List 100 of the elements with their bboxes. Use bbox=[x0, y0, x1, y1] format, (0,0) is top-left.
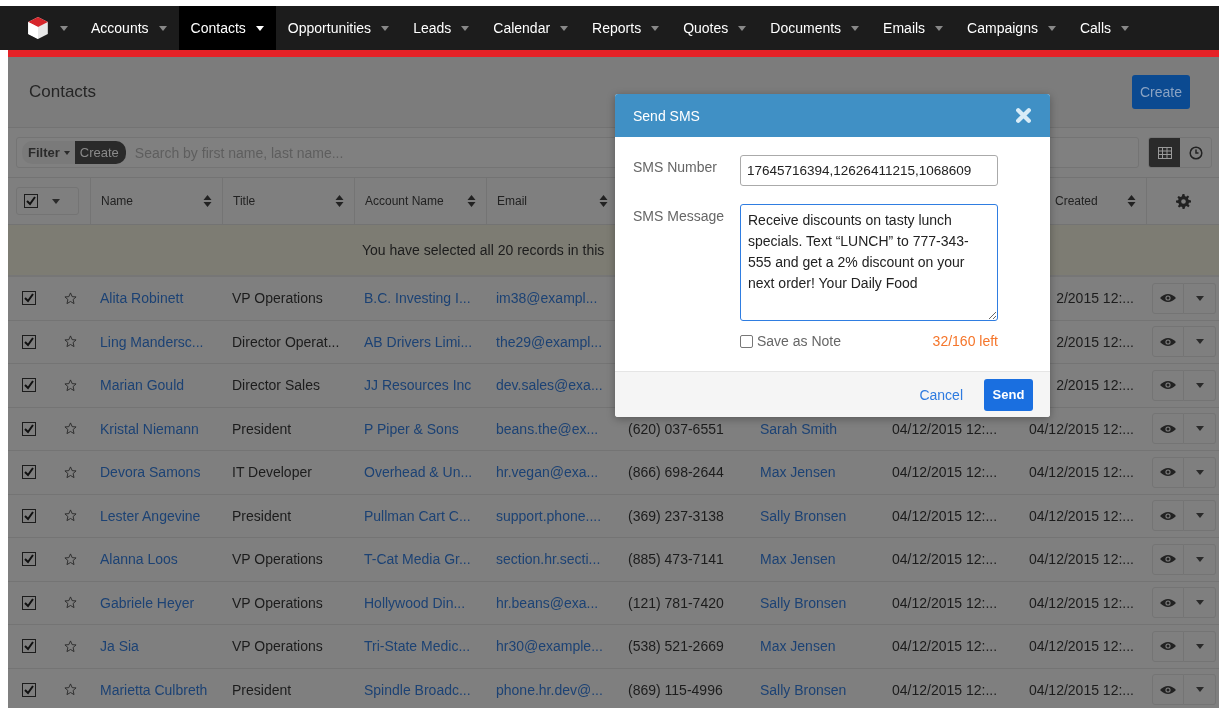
nav-tab[interactable]: Quotes bbox=[671, 6, 759, 50]
checkbox[interactable] bbox=[22, 465, 36, 480]
nav-tab[interactable]: Opportunities bbox=[275, 6, 402, 50]
contact-name-link[interactable]: Marietta Culbreth bbox=[100, 681, 208, 698]
sort-icon[interactable] bbox=[335, 195, 344, 207]
nav-tab[interactable]: Reports bbox=[580, 6, 672, 50]
account-link[interactable]: Pullman Cart C... bbox=[364, 507, 471, 524]
preview-button[interactable] bbox=[1152, 282, 1184, 314]
checkbox[interactable] bbox=[22, 334, 36, 349]
account-link[interactable]: B.C. Investing I... bbox=[364, 290, 471, 307]
email-link[interactable]: hr.vegan@exa... bbox=[496, 464, 599, 481]
checkbox[interactable] bbox=[22, 291, 36, 306]
account-link[interactable]: Tri-State Medic... bbox=[364, 638, 471, 655]
preview-button[interactable] bbox=[1152, 543, 1184, 575]
column-header[interactable]: Title bbox=[233, 194, 256, 208]
email-link[interactable]: support.phone.... bbox=[496, 507, 602, 524]
sort-icon[interactable] bbox=[1127, 195, 1136, 207]
email-link[interactable]: dev.sales@exa... bbox=[496, 377, 603, 394]
star-icon[interactable] bbox=[63, 378, 77, 392]
preview-button[interactable] bbox=[1152, 630, 1184, 662]
user-link[interactable]: Max Jensen bbox=[760, 551, 836, 568]
checkbox[interactable] bbox=[22, 378, 36, 393]
preview-button[interactable] bbox=[1152, 326, 1184, 358]
user-link[interactable]: Sarah Smith bbox=[760, 420, 838, 437]
star-icon[interactable] bbox=[63, 291, 77, 305]
contact-name-link[interactable]: Alita Robinett bbox=[100, 290, 184, 307]
cancel-link[interactable]: Cancel bbox=[919, 386, 963, 403]
user-link[interactable]: Sally Bronsen bbox=[760, 681, 847, 698]
contact-name-link[interactable]: Lester Angevine bbox=[100, 507, 201, 524]
nav-tab[interactable]: Campaigns bbox=[955, 6, 1068, 50]
preview-button[interactable] bbox=[1152, 369, 1184, 401]
star-icon[interactable] bbox=[63, 422, 77, 436]
column-header[interactable]: Created bbox=[1055, 194, 1098, 208]
account-link[interactable]: P Piper & Sons bbox=[364, 420, 459, 437]
send-button[interactable]: Send bbox=[984, 378, 1033, 411]
nav-tab[interactable]: Calendar bbox=[481, 6, 581, 50]
contact-name-link[interactable]: Ja Sia bbox=[100, 638, 139, 655]
checkbox[interactable] bbox=[22, 552, 36, 567]
checkbox-label[interactable]: Save as Note bbox=[757, 333, 842, 349]
user-link[interactable]: Max Jensen bbox=[760, 638, 836, 655]
contact-name-link[interactable]: Gabriele Heyer bbox=[100, 594, 195, 611]
email-link[interactable]: hr.beans@exa... bbox=[496, 594, 599, 611]
account-link[interactable]: Spindle Broadc... bbox=[364, 681, 471, 698]
account-link[interactable]: Hollywood Din... bbox=[364, 594, 466, 611]
caret-icon[interactable] bbox=[52, 198, 60, 204]
star-icon[interactable] bbox=[63, 509, 77, 523]
close-icon[interactable] bbox=[1015, 107, 1032, 124]
checkbox[interactable] bbox=[22, 639, 36, 654]
list-view-button[interactable] bbox=[1149, 138, 1180, 167]
create-filter-button[interactable]: Create bbox=[74, 141, 126, 164]
nav-tab[interactable]: Calls bbox=[1067, 6, 1142, 50]
nav-tab[interactable]: Emails bbox=[871, 6, 956, 50]
account-link[interactable]: JJ Resources Inc bbox=[364, 377, 472, 394]
sort-icon[interactable] bbox=[467, 195, 476, 207]
sort-icon[interactable] bbox=[599, 195, 608, 207]
create-button[interactable]: Create bbox=[1131, 75, 1190, 109]
preview-button[interactable] bbox=[1152, 456, 1184, 488]
column-header[interactable]: Account Name bbox=[365, 194, 444, 208]
email-link[interactable]: hr30@example... bbox=[496, 638, 603, 655]
column-header[interactable]: Email bbox=[497, 194, 527, 208]
checkbox[interactable] bbox=[740, 334, 753, 348]
contact-name-link[interactable]: Alanna Loos bbox=[100, 551, 178, 568]
user-link[interactable]: Max Jensen bbox=[760, 464, 836, 481]
filter-button[interactable]: Filter bbox=[22, 141, 75, 164]
sms-number-field[interactable]: 17645716394,12626411215,1068609 bbox=[740, 155, 998, 186]
user-link[interactable]: Sally Bronsen bbox=[760, 594, 847, 611]
account-link[interactable]: T-Cat Media Gr... bbox=[364, 551, 471, 568]
checkbox[interactable] bbox=[22, 508, 36, 523]
preview-button[interactable] bbox=[1152, 674, 1184, 706]
nav-tab[interactable]: Contacts bbox=[178, 6, 276, 50]
checkbox[interactable] bbox=[22, 682, 36, 697]
star-icon[interactable] bbox=[63, 552, 77, 566]
preview-button[interactable] bbox=[1152, 413, 1184, 445]
settings-icon[interactable] bbox=[1175, 193, 1191, 209]
nav-tab[interactable]: Documents bbox=[758, 6, 872, 50]
preview-button[interactable] bbox=[1152, 500, 1184, 532]
sort-icon[interactable] bbox=[203, 195, 212, 207]
contact-name-link[interactable]: Devora Samons bbox=[100, 464, 201, 481]
caret-icon[interactable] bbox=[60, 25, 68, 31]
logo-icon[interactable] bbox=[26, 16, 50, 40]
checkbox[interactable] bbox=[22, 595, 36, 610]
nav-tab[interactable]: Leads bbox=[401, 6, 482, 50]
email-link[interactable]: section.hr.secti... bbox=[496, 551, 601, 568]
checkbox[interactable] bbox=[22, 421, 36, 436]
column-header[interactable]: Name bbox=[101, 194, 133, 208]
email-link[interactable]: im38@exampl... bbox=[496, 290, 598, 307]
contact-name-link[interactable]: Marian Gould bbox=[100, 377, 185, 394]
user-link[interactable]: Sally Bronsen bbox=[760, 507, 847, 524]
star-icon[interactable] bbox=[63, 465, 77, 479]
star-icon[interactable] bbox=[63, 596, 77, 610]
account-link[interactable]: Overhead & Un... bbox=[364, 464, 473, 481]
preview-button[interactable] bbox=[1152, 587, 1184, 619]
email-link[interactable]: phone.hr.dev@... bbox=[496, 681, 603, 698]
email-link[interactable]: beans.the@ex... bbox=[496, 420, 599, 437]
sms-message-field[interactable]: Receive discounts on tasty lunch specials. Text “LUNCH” to 777-343-555 and get a 2% discount on your next order! Your Daily Food bbox=[740, 204, 998, 321]
contact-name-link[interactable]: Kristal Niemann bbox=[100, 420, 199, 437]
email-link[interactable]: the29@exampl... bbox=[496, 333, 603, 350]
checkbox[interactable] bbox=[24, 194, 38, 208]
star-icon[interactable] bbox=[63, 639, 77, 653]
star-icon[interactable] bbox=[63, 335, 77, 349]
